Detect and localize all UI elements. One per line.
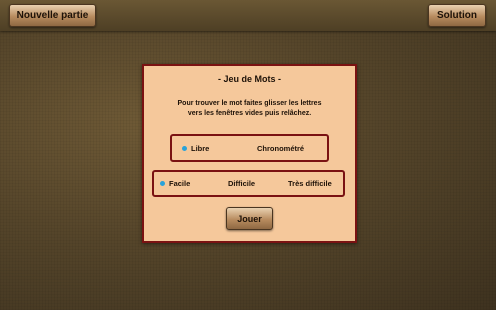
difficulty-option-label: Facile (169, 179, 191, 188)
top-toolbar: Nouvelle partie Solution (0, 0, 496, 31)
description-line: Pour trouver le mot faites glisser les l… (177, 100, 322, 107)
difficulty-option-difficile[interactable]: Difficile (228, 172, 255, 195)
difficulty-selector: Facile Difficile Très difficile (152, 170, 345, 197)
difficulty-option-label: Difficile (228, 179, 256, 188)
game-setup-dialog: - Jeu de Mots - Pour trouver le mot fait… (142, 64, 357, 243)
difficulty-option-facile[interactable]: Facile (160, 172, 190, 195)
dialog-description: Pour trouver le mot faites glisser les l… (150, 99, 349, 119)
mode-option-chronometre[interactable]: Chronométré (257, 136, 304, 160)
mode-option-libre[interactable]: Libre (182, 136, 209, 160)
mode-option-label: Chronométré (257, 143, 305, 153)
selected-radio-dot-icon (160, 181, 165, 186)
difficulty-option-label: Très difficile (288, 179, 332, 188)
mode-selector: Libre Chronométré (170, 134, 329, 162)
play-button[interactable]: Jouer (226, 207, 273, 230)
description-line: vers les fenêtres vides puis relâchez. (187, 110, 312, 117)
difficulty-option-tres-difficile[interactable]: Très difficile (288, 172, 332, 195)
solution-button[interactable]: Solution (428, 4, 486, 27)
selected-radio-dot-icon (182, 145, 187, 151)
mode-option-label: Libre (191, 143, 210, 153)
dialog-title: - Jeu de Mots - (217, 74, 281, 84)
new-game-button[interactable]: Nouvelle partie (9, 4, 96, 27)
